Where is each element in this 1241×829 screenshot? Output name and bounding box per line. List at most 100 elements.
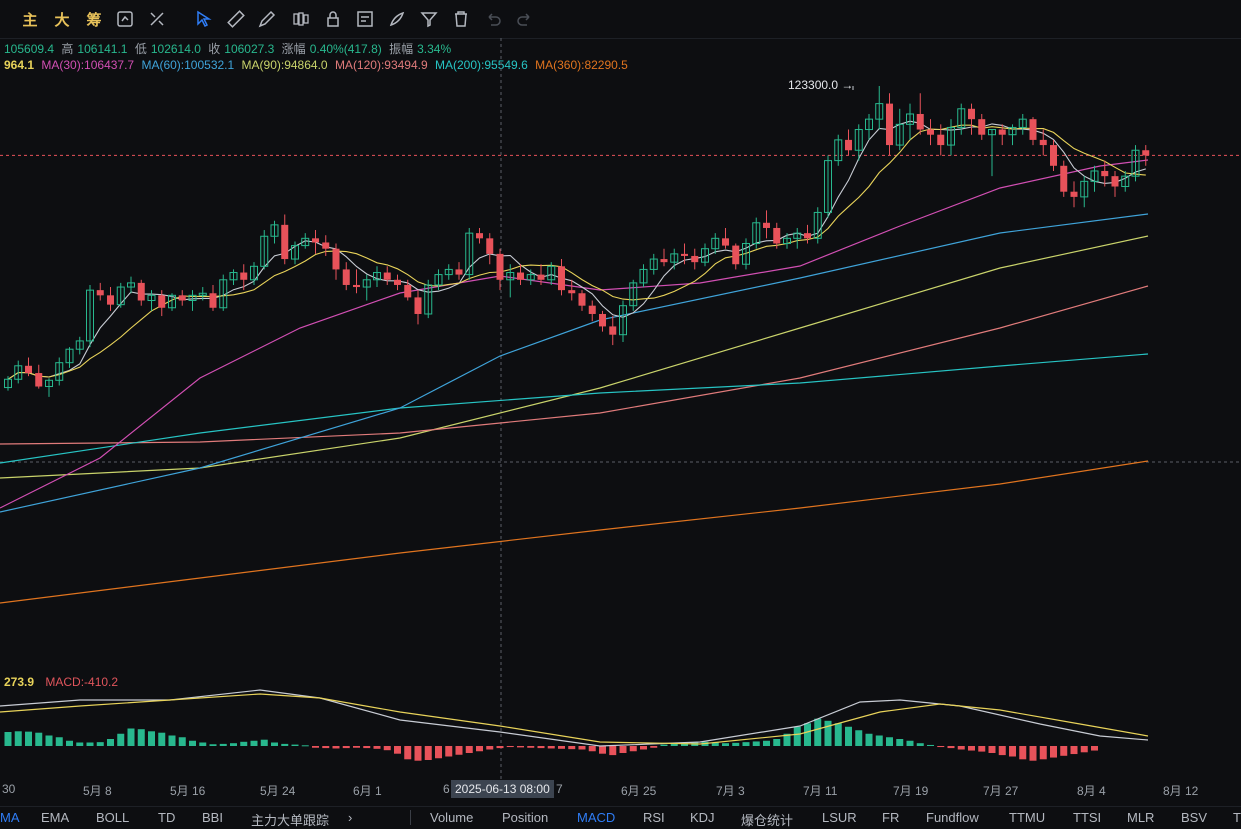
price-chart[interactable] (0, 38, 1241, 806)
macd-histogram-bar (742, 742, 750, 746)
macd-histogram-bar (875, 735, 883, 746)
candle-body (998, 129, 1006, 135)
tab-volume[interactable]: Volume (430, 810, 473, 825)
bars-compare-icon[interactable] (291, 9, 311, 29)
macd-histogram-bar (383, 746, 391, 751)
candle-body (691, 255, 699, 263)
macd-histogram-bar (363, 746, 371, 749)
candle-body (486, 238, 494, 254)
macd-histogram-bar (773, 739, 781, 746)
indicator-icon[interactable] (147, 9, 167, 29)
tab-ttmu[interactable]: TTMU (1009, 810, 1045, 825)
candle-body (599, 313, 606, 327)
select-icon[interactable] (194, 9, 214, 29)
macd-histogram-bar (814, 718, 822, 746)
macd-histogram-bar (353, 746, 360, 748)
macd-histogram-bar (937, 746, 945, 748)
tab-lsur[interactable]: LSUR (822, 810, 857, 825)
tab-position[interactable]: Position (502, 810, 548, 825)
candle-body (35, 373, 43, 387)
candle-body (1029, 119, 1037, 140)
macd-histogram-bar (178, 737, 186, 746)
macd-histogram-bar (107, 739, 114, 746)
macd-histogram-bar (588, 746, 596, 752)
lock-icon[interactable] (323, 9, 343, 29)
candle-body (916, 113, 924, 130)
macd-histogram-bar (947, 746, 955, 749)
macd-histogram-bar (968, 746, 975, 751)
tab-bbi[interactable]: BBI (202, 810, 223, 825)
macd-histogram-bar (168, 735, 176, 746)
candle-body (178, 295, 186, 301)
x-tick-label: 7月 19 (893, 784, 929, 798)
tab-fr[interactable]: FR (882, 810, 899, 825)
x-tick-label: 6 (443, 782, 450, 796)
candle-sync-icon[interactable] (115, 9, 135, 29)
x-tick-label: 7月 3 (716, 784, 745, 798)
macd-histogram-bar (117, 733, 125, 746)
note-icon[interactable] (355, 9, 375, 29)
tab-liquidation[interactable]: 爆仓统计 (741, 810, 793, 829)
large-order-button[interactable]: 大 (51, 8, 73, 30)
chip-distribution-button[interactable]: 筹 (83, 8, 105, 30)
tab-rsi[interactable]: RSI (643, 810, 665, 825)
macd-histogram-bar (281, 743, 289, 746)
candle-body (558, 266, 565, 291)
tab-mlr[interactable]: MLR (1127, 810, 1154, 825)
tab-ma[interactable]: MA (0, 810, 20, 825)
ma-10-line (7, 124, 1146, 380)
macd-histogram-bar (14, 731, 22, 746)
macd-histogram-bar (76, 742, 84, 746)
macd-histogram-bar (609, 746, 617, 756)
tab-ema[interactable]: EMA (41, 810, 69, 825)
tab-bsv[interactable]: BSV (1181, 810, 1207, 825)
candle-body (804, 233, 811, 239)
candle-body (96, 290, 104, 296)
macd-histogram-bar (1039, 746, 1047, 760)
tab-large-order[interactable]: 主力大单跟踪 (251, 810, 329, 829)
candle-body (568, 290, 576, 294)
filter-icon[interactable] (419, 9, 439, 29)
pen-icon[interactable] (257, 9, 277, 29)
candle-body (322, 242, 330, 249)
more-tabs-icon[interactable]: › (348, 810, 352, 825)
undo-icon[interactable] (483, 9, 503, 29)
tab-ttsi[interactable]: TTSI (1073, 810, 1101, 825)
ma-5-line (7, 120, 1146, 380)
ruler-icon[interactable] (226, 9, 246, 29)
top-toolbar: 主 大 筹 (0, 0, 1241, 39)
candle-body (588, 305, 596, 314)
main-chart-button[interactable]: 主 (19, 8, 41, 30)
macd-histogram-bar (558, 746, 565, 749)
high-marker-value: 123300.0 (788, 78, 839, 92)
macd-histogram-bar (1070, 746, 1078, 755)
tab-boll[interactable]: BOLL (96, 810, 129, 825)
macd-histogram-bar (906, 740, 914, 746)
candle-body (886, 103, 893, 146)
tab-fundflow[interactable]: Fundflow (926, 810, 979, 825)
candle-body (404, 284, 412, 298)
macd-histogram-bar (506, 746, 514, 748)
candle-body (312, 238, 319, 243)
x-tick-label: 8月 12 (1163, 784, 1199, 798)
tab-td[interactable]: TD (158, 810, 175, 825)
candle-body (383, 272, 391, 280)
macd-histogram-bar (66, 740, 73, 746)
macd-histogram-bar (209, 744, 217, 746)
macd-histogram-bar (86, 742, 94, 746)
trash-icon[interactable] (451, 9, 471, 29)
candle-body (1101, 170, 1109, 177)
tab-kdj[interactable]: KDJ (690, 810, 715, 825)
macd-histogram-bar (670, 743, 678, 746)
macd-histogram-bar (342, 746, 350, 749)
redo-icon[interactable] (515, 9, 535, 29)
macd-histogram-bar (55, 737, 63, 746)
macd-histogram-bar (312, 746, 319, 748)
tab-macd[interactable]: MACD (577, 810, 615, 825)
ma-360-line (0, 460, 1149, 604)
candle-body (332, 248, 340, 270)
brush-icon[interactable] (387, 9, 407, 29)
macd-histogram-bar (291, 744, 299, 746)
candle-body (660, 259, 668, 263)
tab-more[interactable]: T (1233, 810, 1241, 825)
